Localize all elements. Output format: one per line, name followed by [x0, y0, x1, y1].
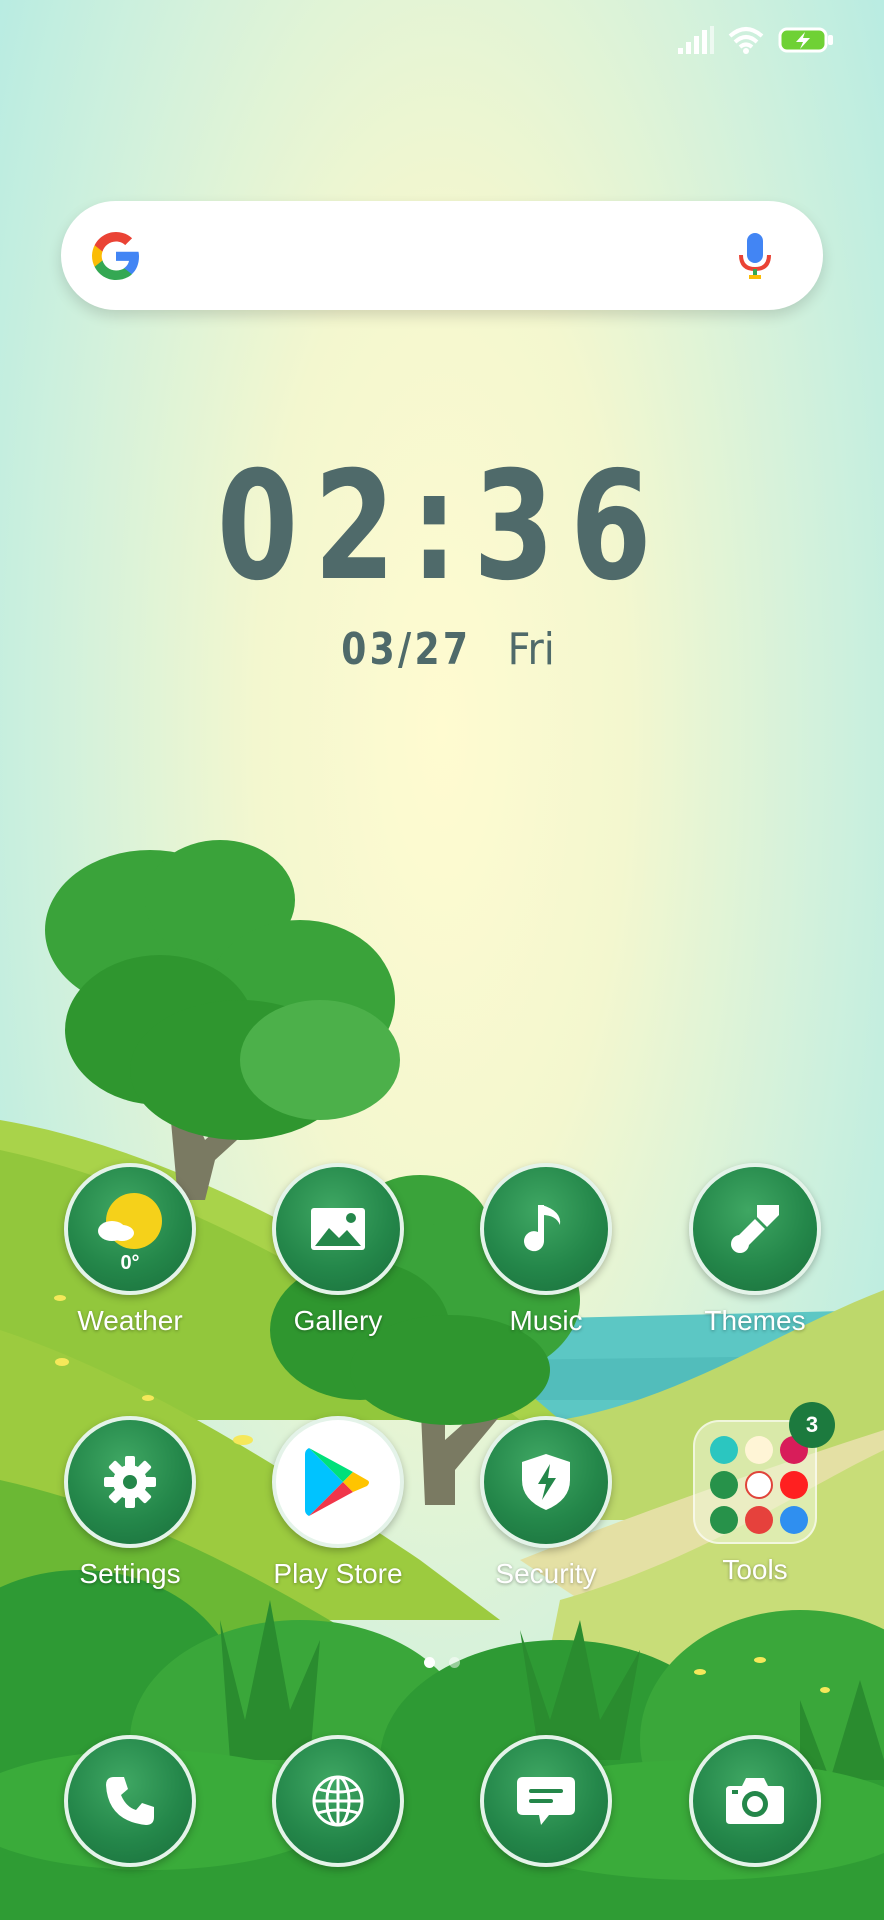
app-label: Play Store [273, 1558, 403, 1589]
app-play-store[interactable]: Play Store [253, 1416, 423, 1590]
contacts-icon [710, 1471, 738, 1499]
gallery-icon [272, 1163, 404, 1295]
browser-globe-icon [272, 1735, 404, 1867]
app-label: Gallery [293, 1305, 383, 1336]
google-search-bar[interactable] [61, 201, 823, 310]
page-dot[interactable] [449, 1657, 460, 1668]
app-settings[interactable]: Settings [45, 1416, 215, 1590]
scanner-icon [710, 1436, 738, 1464]
status-bar [678, 24, 834, 56]
app-label: Music [509, 1305, 583, 1336]
notification-badge: 3 [789, 1402, 835, 1448]
app-label: Tools [722, 1554, 788, 1585]
app-gallery[interactable]: Gallery [253, 1163, 423, 1337]
app-label: Themes [704, 1305, 806, 1336]
folder-icon: 3 [693, 1402, 835, 1544]
dock-messages[interactable] [461, 1735, 631, 1867]
paintbrush-icon [689, 1163, 821, 1295]
microphone-icon[interactable] [737, 231, 773, 281]
app-label: Security [495, 1558, 597, 1589]
infinity-icon [780, 1506, 808, 1534]
signal-icon [678, 26, 714, 54]
page-dot-active[interactable] [424, 1657, 435, 1668]
play-store-icon [272, 1416, 404, 1548]
gmail-icon [745, 1471, 773, 1499]
app-label: Weather [77, 1305, 183, 1336]
shield-icon [480, 1416, 612, 1548]
battery-charging-icon [778, 27, 833, 53]
page-indicator [0, 1657, 884, 1668]
wifi-icon [728, 27, 764, 54]
play-icon [745, 1436, 773, 1464]
dock-camera[interactable] [670, 1735, 840, 1867]
duo-video-icon [710, 1506, 738, 1534]
app-tools-folder[interactable]: 3 Tools [670, 1402, 840, 1586]
camera-icon [689, 1735, 821, 1867]
day-of-week: Fri [507, 624, 555, 675]
weather-temp: 0° [120, 1252, 140, 1274]
app-themes[interactable]: Themes [670, 1163, 840, 1337]
phone-icon [64, 1735, 196, 1867]
weather-sun-icon: 0° [64, 1163, 196, 1295]
app-weather[interactable]: 0° Weather [45, 1163, 215, 1337]
app-music[interactable]: Music [461, 1163, 631, 1337]
messages-icon [480, 1735, 612, 1867]
clock-date[interactable]: 03/27 Fri [0, 624, 884, 675]
clock-time[interactable]: 02:36 [97, 440, 787, 614]
music-note-icon [480, 1163, 612, 1295]
google-logo-icon [92, 232, 139, 280]
app-label: Settings [79, 1558, 181, 1589]
app-security[interactable]: Security [461, 1416, 631, 1590]
gear-icon [64, 1416, 196, 1548]
date-value: 03/27 [340, 624, 471, 675]
book-icon [745, 1506, 773, 1534]
youtube-icon [780, 1471, 808, 1499]
dock-phone[interactable] [45, 1735, 215, 1867]
dock-browser[interactable] [253, 1735, 423, 1867]
